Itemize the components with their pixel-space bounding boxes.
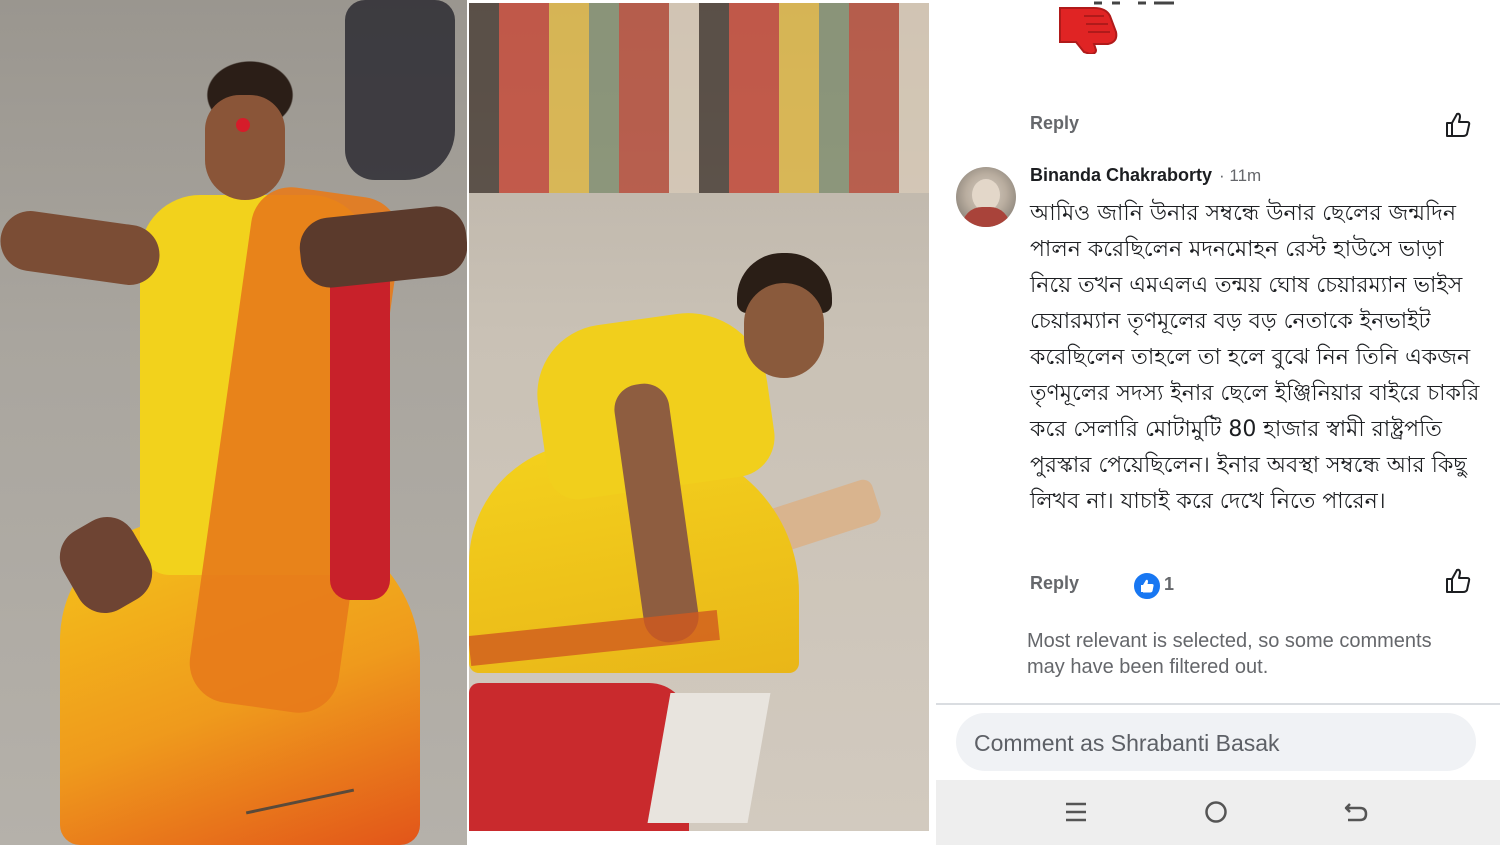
- comment-composer[interactable]: [956, 713, 1476, 773]
- comment-timestamp: · 11m: [1219, 166, 1262, 185]
- reaction-count[interactable]: 1: [1164, 574, 1174, 595]
- sticker-dashes-icon: [1094, 1, 1174, 5]
- left-photo: [0, 0, 467, 845]
- reply-button[interactable]: Reply: [1030, 573, 1079, 594]
- commenter-name[interactable]: Binanda Chakraborty: [1030, 165, 1212, 186]
- system-navigation-bar: [936, 780, 1500, 845]
- back-icon[interactable]: [1338, 794, 1374, 830]
- recent-apps-icon[interactable]: [1058, 794, 1094, 830]
- thumbs-down-sticker-icon: [1059, 7, 1118, 54]
- filter-notice: Most relevant is selected, so some comme…: [1027, 630, 1432, 678]
- reply-button[interactable]: Reply: [1030, 113, 1079, 134]
- home-icon[interactable]: [1198, 794, 1234, 830]
- like-icon[interactable]: [1444, 567, 1472, 595]
- like-reaction-icon[interactable]: [1132, 571, 1162, 601]
- avatar[interactable]: [956, 167, 1016, 227]
- divider: [936, 703, 1500, 705]
- like-icon[interactable]: [1444, 111, 1472, 139]
- comment-input[interactable]: [956, 713, 1456, 773]
- middle-newspaper-photo: [469, 3, 929, 831]
- comments-panel: Reply Binanda Chakraborty · 11m আমিও জান…: [936, 0, 1500, 845]
- comment-body: আমিও জানি উনার সম্বন্ধে উনার ছেলের জন্মদ…: [1030, 201, 1480, 514]
